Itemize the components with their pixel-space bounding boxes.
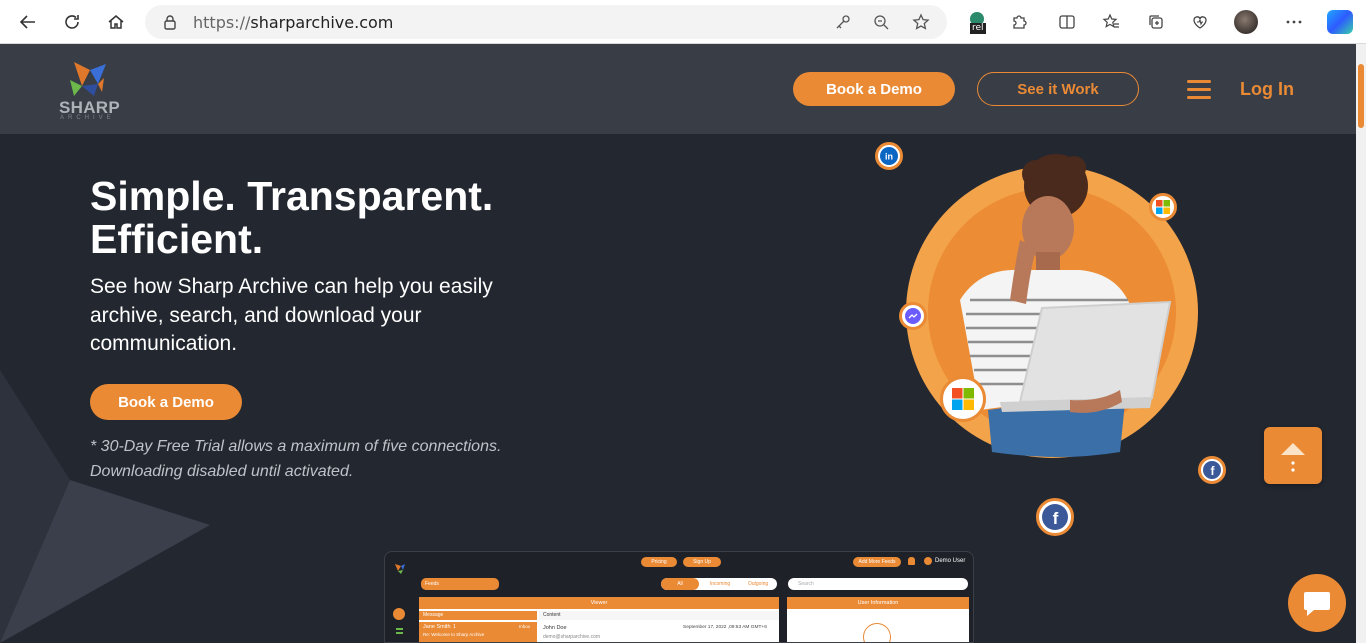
app-filter-all: All: [661, 578, 699, 590]
disclaimer-line2: Downloading disabled until activated.: [90, 463, 354, 480]
site-header: SHARP ARCHIVE: [0, 44, 1356, 134]
microsoft-large-icon: [940, 376, 986, 422]
app-home-icon: [393, 608, 405, 620]
app-row-name: Jane Smith: [423, 624, 451, 630]
hero-subheadline: See how Sharp Archive can help you easil…: [90, 275, 493, 355]
app-viewer-title: Viewer: [419, 597, 779, 609]
app-viewer-panel: Viewer Message Content Jane Smith 1 Inbo…: [419, 597, 779, 642]
split-screen-icon[interactable]: [1056, 11, 1078, 33]
app-col-message: Message: [419, 611, 537, 620]
login-link[interactable]: Log In: [1240, 79, 1294, 100]
extensions-puzzle-icon[interactable]: [1008, 11, 1030, 33]
app-content-date: September 17, 2022 ,09:53 AM GMT+6: [683, 625, 767, 630]
app-user-avatar: [863, 623, 891, 642]
app-filter-outgoing: Outgoing: [747, 581, 769, 587]
app-filter-incoming: Incoming: [709, 581, 731, 587]
app-bell-icon: [908, 557, 915, 565]
home-icon[interactable]: [104, 10, 128, 34]
refresh-icon[interactable]: [60, 10, 84, 34]
favorite-star-icon[interactable]: [912, 13, 930, 36]
chat-widget-button[interactable]: [1288, 574, 1346, 632]
app-row-subject: Re: Welcome to Sharp Archive: [423, 632, 485, 637]
app-filter-group: All Incoming Outgoing: [661, 578, 777, 590]
url-host: sharparchive.com: [250, 13, 394, 32]
logo-subtext: ARCHIVE: [60, 115, 115, 121]
linkedin-icon: in: [875, 142, 903, 170]
hamburger-menu-icon[interactable]: [1187, 80, 1213, 100]
chat-bubble-icon: [1304, 592, 1330, 616]
disclaimer-line1: * 30-Day Free Trial allows a maximum of …: [90, 438, 502, 455]
facebook-small-icon: f: [1198, 456, 1226, 484]
hero-headline-line2: Efficient.: [90, 216, 264, 262]
address-bar[interactable]: https://sharparchive.com: [145, 5, 947, 39]
key-icon[interactable]: [835, 14, 851, 35]
svg-text:f: f: [1053, 509, 1059, 528]
extension-rel-icon[interactable]: rel: [968, 12, 990, 34]
browser-toolbar: https://sharparchive.com rel: [0, 0, 1366, 44]
book-demo-header-button[interactable]: Book a Demo: [793, 72, 955, 106]
microsoft-small-icon: [1149, 193, 1177, 221]
app-search-input: Search: [788, 578, 968, 590]
favorites-icon[interactable]: [1100, 11, 1122, 33]
back-icon[interactable]: [16, 10, 40, 34]
book-demo-hero-button[interactable]: Book a Demo: [90, 384, 242, 420]
url-text[interactable]: https://sharparchive.com: [193, 13, 393, 32]
app-logo-icon: [395, 564, 405, 574]
app-col-content: Content: [539, 611, 779, 620]
app-row-tag: Inbox: [519, 624, 531, 629]
app-add-feeds-button: Add More Feeds: [853, 557, 901, 567]
app-pricing-button: Pricing: [641, 557, 677, 567]
more-menu-icon[interactable]: [1283, 11, 1305, 33]
app-content-name: John Doe: [543, 625, 567, 631]
app-feeds-dropdown: Feeds: [421, 578, 499, 590]
scrollbar-thumb[interactable]: [1358, 64, 1364, 128]
app-user-icon: [924, 557, 932, 565]
page-scrollbar[interactable]: [1356, 44, 1366, 643]
hero-headline-line1: Simple. Transparent.: [90, 173, 494, 219]
hero-headline: Simple. Transparent. Efficient.: [90, 175, 590, 261]
lock-icon[interactable]: [163, 14, 177, 35]
copilot-icon[interactable]: [1327, 10, 1353, 34]
extension-badge-text: rel: [970, 23, 986, 34]
collections-icon[interactable]: [1145, 11, 1167, 33]
app-preview-screenshot: Pricing Sign Up Add More Feeds Demo User…: [384, 551, 974, 643]
see-it-work-button[interactable]: See it Work: [977, 72, 1139, 106]
app-user-name: Demo User: [935, 558, 966, 564]
app-signup-button: Sign Up: [683, 557, 721, 567]
app-user-info-panel: User Information: [787, 597, 969, 642]
facebook-large-icon: f: [1036, 498, 1074, 536]
chevron-up-icon: [1281, 443, 1305, 472]
app-row-count: 1: [453, 624, 456, 630]
browser-essentials-icon[interactable]: [1189, 11, 1211, 33]
app-user-info-title: User Information: [787, 597, 969, 609]
app-menu-icon: [396, 628, 403, 634]
app-content-email: demo@sharparchive.com: [543, 634, 601, 640]
svg-text:in: in: [885, 152, 893, 162]
back-to-top-button[interactable]: [1264, 427, 1322, 484]
url-protocol: https://: [193, 13, 251, 32]
messenger-icon: [899, 302, 927, 330]
app-message-row: Jane Smith 1 Inbox Re: Welcome to Sharp …: [419, 622, 537, 642]
trial-disclaimer: * 30-Day Free Trial allows a maximum of …: [90, 434, 550, 484]
zoom-icon[interactable]: [873, 14, 889, 35]
profile-avatar[interactable]: [1234, 10, 1258, 34]
